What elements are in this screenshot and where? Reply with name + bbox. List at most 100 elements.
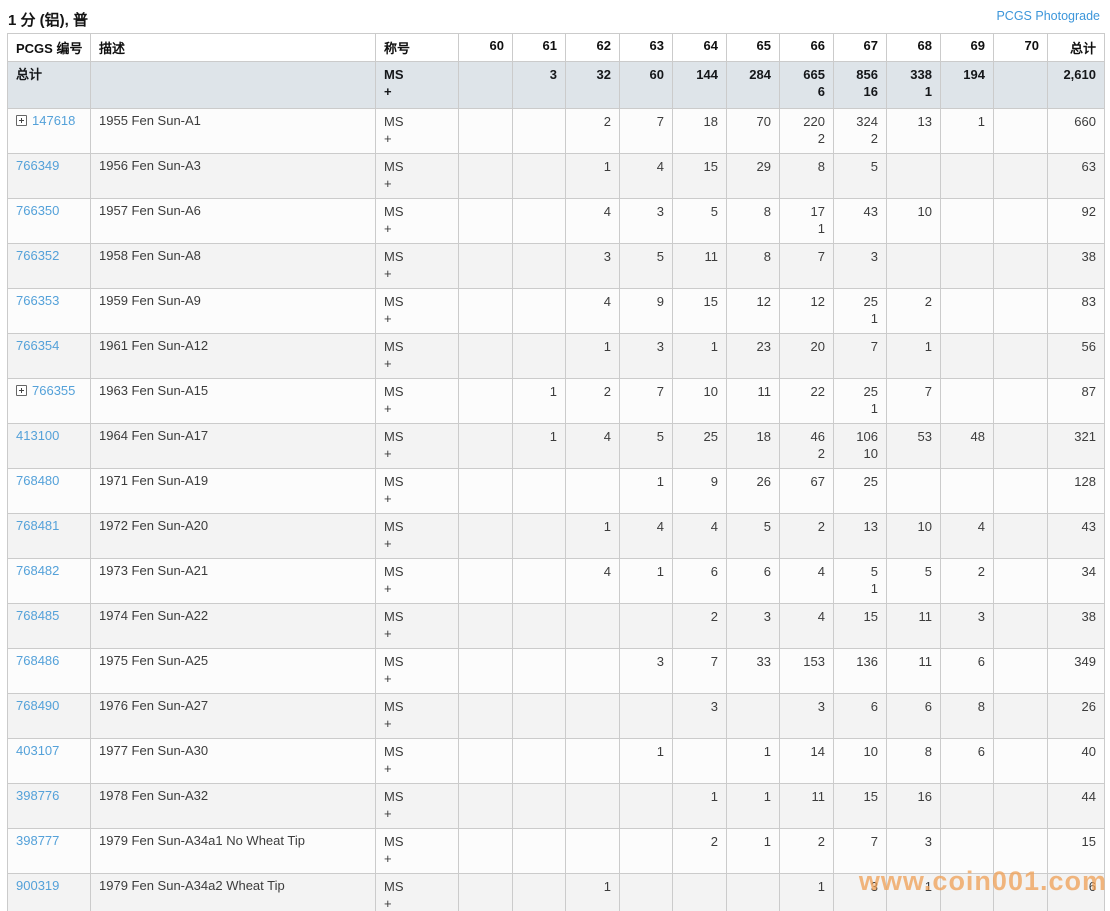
pcgs-number-cell: 768490 xyxy=(7,693,91,739)
grade-cell xyxy=(993,333,1048,379)
expand-icon[interactable] xyxy=(16,385,27,396)
pcgs-number-cell: 768481 xyxy=(7,513,91,559)
pcgs-number-link[interactable]: 768490 xyxy=(16,698,59,713)
pcgs-number-cell: 766349 xyxy=(7,153,91,199)
grade-cell: 1 xyxy=(940,108,994,154)
totals-grade-cell: 32 xyxy=(565,61,620,109)
grade-cell xyxy=(726,693,780,739)
row-designation: MS + xyxy=(375,423,459,469)
row-description: 1973 Fen Sun-A21 xyxy=(90,558,376,604)
totals-designation: MS + xyxy=(375,61,459,109)
pcgs-number-cell: 766353 xyxy=(7,288,91,334)
grade-cell: 8 xyxy=(726,198,780,244)
grade-cell xyxy=(512,873,566,911)
row-total: 38 xyxy=(1047,603,1105,649)
row-description: 1959 Fen Sun-A9 xyxy=(90,288,376,334)
grade-cell: 25 xyxy=(672,423,727,469)
grade-cell xyxy=(565,783,620,829)
table-row: 768490 1976 Fen Sun-A27 MS +3 3 6 6 8 26 xyxy=(7,693,1105,739)
grade-cell: 5 xyxy=(619,423,673,469)
row-total: 38 xyxy=(1047,243,1105,289)
grade-cell: 1 xyxy=(779,873,834,911)
grade-cell: 2 xyxy=(886,288,941,334)
top-bar: 1 分 (铝), 普 PCGS Photograde xyxy=(0,0,1110,33)
population-table: PCGS 编号 描述 称号 60 61 62 63 64 65 66 67 68 69 70 总计 总计 MS… xyxy=(7,33,1105,911)
grade-cell xyxy=(512,693,566,739)
pcgs-number-link[interactable]: 766349 xyxy=(16,158,59,173)
grade-cell xyxy=(512,558,566,604)
pcgs-number-link[interactable]: 403107 xyxy=(16,743,59,758)
row-description: 1972 Fen Sun-A20 xyxy=(90,513,376,559)
row-total: 43 xyxy=(1047,513,1105,559)
grade-cell: 8 xyxy=(779,153,834,199)
grade-cell: 7 xyxy=(672,648,727,694)
pcgs-number-link[interactable]: 398776 xyxy=(16,788,59,803)
grade-cell: 8 xyxy=(886,738,941,784)
pcgs-photograde-link[interactable]: PCGS Photograde xyxy=(996,9,1102,23)
pcgs-number-link[interactable]: 768486 xyxy=(16,653,59,668)
grade-cell: 29 xyxy=(726,153,780,199)
row-description: 1956 Fen Sun-A3 xyxy=(90,153,376,199)
row-total: 26 xyxy=(1047,693,1105,739)
grade-cell: 67 xyxy=(779,468,834,514)
grade-cell: 13 xyxy=(886,108,941,154)
grade-cell: 4 xyxy=(619,513,673,559)
grade-cell: 4 xyxy=(565,198,620,244)
grade-cell xyxy=(993,153,1048,199)
grade-cell xyxy=(565,603,620,649)
expand-icon[interactable] xyxy=(16,115,27,126)
pcgs-number-link[interactable]: 766350 xyxy=(16,203,59,218)
pcgs-number-link[interactable]: 147618 xyxy=(32,113,75,128)
table-row: 766355 1963 Fen Sun-A15 MS +1 2 7 10 11 22 25 1 7 87 xyxy=(7,378,1105,424)
grade-cell xyxy=(512,288,566,334)
grade-cell xyxy=(512,738,566,784)
row-description: 1957 Fen Sun-A6 xyxy=(90,198,376,244)
row-description: 1958 Fen Sun-A8 xyxy=(90,243,376,289)
pcgs-number-link[interactable]: 768480 xyxy=(16,473,59,488)
grade-cell xyxy=(940,153,994,199)
grade-cell xyxy=(458,828,513,874)
grade-cell xyxy=(458,423,513,469)
grade-cell xyxy=(458,243,513,289)
totals-description-cell xyxy=(90,61,376,109)
row-designation: MS + xyxy=(375,288,459,334)
pcgs-number-link[interactable]: 766354 xyxy=(16,338,59,353)
totals-grade-cell: 194 xyxy=(940,61,994,109)
grade-cell xyxy=(619,603,673,649)
grade-cell xyxy=(940,828,994,874)
pcgs-number-link[interactable]: 768485 xyxy=(16,608,59,623)
grade-cell xyxy=(458,333,513,379)
grade-cell xyxy=(993,288,1048,334)
grade-cell: 1 xyxy=(565,333,620,379)
row-designation: MS + xyxy=(375,873,459,911)
pcgs-number-link[interactable]: 900319 xyxy=(16,878,59,893)
row-designation: MS + xyxy=(375,828,459,874)
pcgs-number-link[interactable]: 413100 xyxy=(16,428,59,443)
pcgs-number-cell: 768486 xyxy=(7,648,91,694)
grade-cell xyxy=(993,783,1048,829)
pcgs-number-link[interactable]: 768482 xyxy=(16,563,59,578)
pcgs-number-link[interactable]: 398777 xyxy=(16,833,59,848)
grade-cell: 12 xyxy=(779,288,834,334)
rows-section: 147618 1955 Fen Sun-A1 MS +2 7 18 70 220 2 324 2 13… xyxy=(7,108,1105,911)
grade-cell xyxy=(940,783,994,829)
grade-cell: 1 xyxy=(886,873,941,911)
pcgs-number-link[interactable]: 768481 xyxy=(16,518,59,533)
grade-cell: 4 xyxy=(565,558,620,604)
grade-cell: 3 xyxy=(619,198,673,244)
pcgs-number-link[interactable]: 766352 xyxy=(16,248,59,263)
pcgs-number-link[interactable]: 766353 xyxy=(16,293,59,308)
row-description: 1979 Fen Sun-A34a2 Wheat Tip xyxy=(90,873,376,911)
row-designation: MS + xyxy=(375,153,459,199)
grade-cell xyxy=(993,243,1048,289)
grade-cell: 16 xyxy=(886,783,941,829)
row-total: 56 xyxy=(1047,333,1105,379)
totals-grade-cell: 856 16 xyxy=(833,61,887,109)
table-row: 403107 1977 Fen Sun-A30 MS +1 1 14 10 8 6 40 xyxy=(7,738,1105,784)
grade-cell: 5 xyxy=(886,558,941,604)
table-row: 768480 1971 Fen Sun-A19 MS + 1 9 26 67 25 128 xyxy=(7,468,1105,514)
pcgs-number-link[interactable]: 766355 xyxy=(32,383,75,398)
grade-cell: 2 xyxy=(565,108,620,154)
grade-cell: 5 xyxy=(833,153,887,199)
column-header: PCGS 编号 xyxy=(7,33,91,62)
